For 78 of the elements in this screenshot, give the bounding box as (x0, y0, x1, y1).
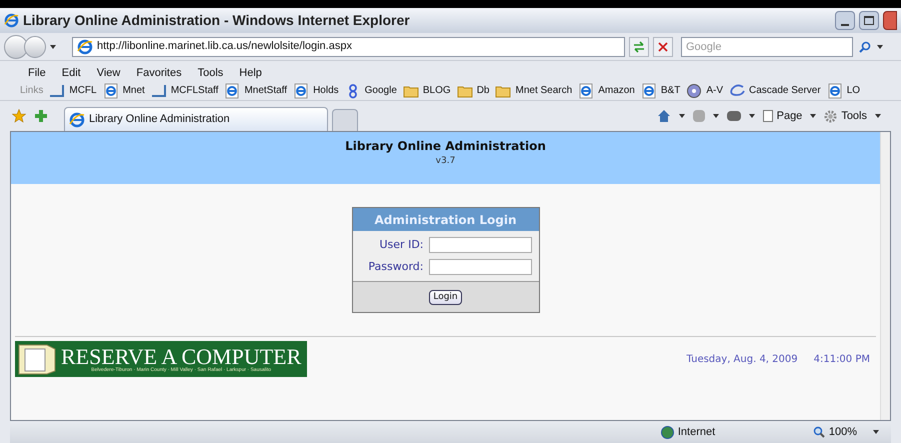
field-label: User ID: (380, 237, 424, 253)
login-header: Administration Login (352, 208, 538, 231)
caret-icon (748, 114, 755, 118)
field-label: Password: (368, 258, 424, 274)
caret-icon (873, 430, 879, 434)
menu-item[interactable]: View (96, 64, 120, 82)
link-button[interactable]: Google (344, 82, 397, 98)
link-button[interactable]: Amazon (578, 82, 635, 98)
link-button[interactable]: Mnet (102, 82, 145, 98)
back-button[interactable] (4, 34, 28, 58)
input-field[interactable] (428, 237, 532, 254)
minimize-button[interactable] (835, 11, 855, 30)
link-button[interactable]: B&T (640, 82, 680, 98)
time-text: 4:11:00 PM (814, 352, 870, 366)
zoom-button[interactable]: 100% (812, 424, 879, 440)
close-icon (658, 42, 668, 52)
tools-menu-button[interactable]: Tools (824, 108, 867, 124)
menu-item[interactable]: File (28, 64, 46, 82)
add-favorite-icon[interactable] (34, 109, 48, 123)
ie-icon (69, 112, 85, 128)
swirl-icon (729, 82, 745, 98)
link-button[interactable]: Db (456, 82, 490, 98)
link-button[interactable]: Holds (293, 82, 339, 98)
search-icon (859, 40, 871, 52)
caret-icon (712, 114, 719, 118)
refresh-button[interactable] (629, 36, 649, 56)
link-button[interactable]: LO (826, 82, 860, 98)
caret-icon (875, 114, 881, 118)
link-button[interactable]: A-V (686, 82, 723, 98)
input-field[interactable] (428, 258, 532, 275)
link-button[interactable]: Cascade Server (729, 82, 821, 98)
page-title: Library Online Administration (345, 138, 546, 155)
gear-icon (824, 110, 838, 122)
link-button[interactable]: MnetStaff (224, 82, 288, 98)
page-icon (224, 82, 240, 98)
menu-item[interactable]: Favorites (136, 64, 182, 82)
globe-icon (660, 426, 674, 438)
link-button[interactable]: Mnet Search (495, 82, 572, 98)
address-field[interactable]: http://libonline.marinet.lib.ca.us/newlolsite/login.aspx (72, 36, 625, 56)
caret-icon (678, 114, 685, 118)
search-field[interactable]: Google (681, 36, 853, 56)
scrollbar[interactable] (880, 132, 890, 420)
ie-icon (4, 13, 19, 28)
caret-icon (810, 114, 816, 118)
maximize-button[interactable] (859, 11, 879, 30)
status-zone: Internet (660, 424, 801, 440)
browser-tab[interactable]: Library Online Administration (64, 107, 328, 131)
link-button[interactable]: BLOG (402, 82, 451, 98)
links-label: Links (20, 84, 44, 98)
page-icon (102, 82, 119, 98)
home-icon[interactable] (656, 109, 671, 123)
caret-icon (50, 44, 56, 48)
menu-item[interactable]: Help (239, 64, 262, 82)
menu-item[interactable]: Tools (198, 64, 224, 82)
menu-item[interactable]: Edit (62, 64, 81, 82)
link-button[interactable]: MCFL (49, 82, 97, 98)
new-tab-button[interactable] (332, 109, 358, 131)
monitor-icon (17, 343, 57, 375)
login-button[interactable]: Login (429, 290, 462, 304)
page-icon (578, 82, 594, 98)
refresh-icon (633, 40, 645, 52)
star-icon[interactable] (12, 109, 26, 123)
version-label: v3.7 (436, 155, 456, 168)
logo-title: RESERVE A COMPUTER (61, 346, 302, 368)
caret-icon (877, 44, 883, 48)
stop-button[interactable] (653, 36, 673, 56)
link-button[interactable]: MCFLStaff (150, 82, 218, 98)
zoom-icon (812, 426, 825, 438)
page-icon (826, 82, 843, 98)
page-menu-button[interactable]: Page (762, 108, 802, 124)
globe-icon (686, 82, 702, 98)
page-icon (640, 82, 657, 98)
ie-icon (77, 38, 93, 54)
window-title: Library Online Administration - Windows Internet Explorer (23, 11, 411, 30)
forward-button[interactable] (24, 36, 46, 58)
date-text: Tuesday, Aug. 4, 2009 (686, 352, 798, 366)
close-button[interactable] (883, 11, 897, 30)
page-icon (293, 82, 310, 98)
